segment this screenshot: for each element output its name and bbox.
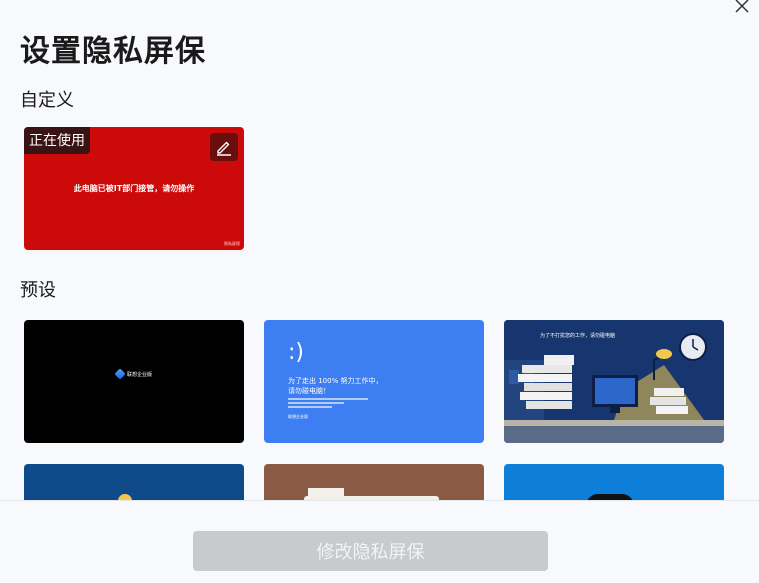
preset-logo: 联想企业版: [24, 368, 244, 380]
desk-headline: 为了不打扰您的工作，请勿碰电脑: [540, 333, 616, 339]
section-custom-label: 自定义: [20, 90, 74, 111]
close-icon: [735, 0, 749, 13]
blue-screen-logo-text: 联想企业版: [288, 414, 308, 419]
in-use-badge: 正在使用: [24, 127, 90, 154]
page-title: 设置隐私屏保: [20, 34, 206, 69]
preset-card-desk-illustration[interactable]: 为了不打扰您的工作，请勿碰电脑: [504, 320, 724, 443]
close-button[interactable]: [730, 0, 754, 18]
preset-5-figures: [308, 488, 344, 496]
blue-screen-fineprint: [288, 398, 368, 410]
modify-screensaver-button[interactable]: 修改隐私屏保: [193, 531, 548, 571]
preset-logo-text: 联想企业版: [126, 371, 152, 378]
custom-screensaver-footer: 隐私屏保: [224, 241, 240, 246]
blue-screen-message: 为了走出 100% 努力工作中， 请勿碰电脑！: [288, 377, 383, 395]
preset-card-blue-screen[interactable]: :) 为了走出 100% 努力工作中， 请勿碰电脑！ 联想企业版: [264, 320, 484, 443]
smiley-face: :): [288, 340, 304, 365]
brand-logo-icon: [114, 368, 126, 380]
section-preset-label: 预设: [20, 280, 56, 301]
preset-card-black[interactable]: 联想企业版: [24, 320, 244, 443]
custom-screensaver-card[interactable]: 正在使用 此电脑已被IT部门接管，请勿操作 隐私屏保: [24, 127, 244, 250]
edit-button[interactable]: [210, 133, 238, 161]
pencil-icon: [217, 141, 231, 156]
privacy-screensaver-dialog: 设置隐私屏保 自定义 正在使用 此电脑已被IT部门接管，请勿操作 隐私屏保 预设…: [0, 0, 759, 583]
custom-screensaver-message: 此电脑已被IT部门接管，请勿操作: [73, 184, 195, 193]
